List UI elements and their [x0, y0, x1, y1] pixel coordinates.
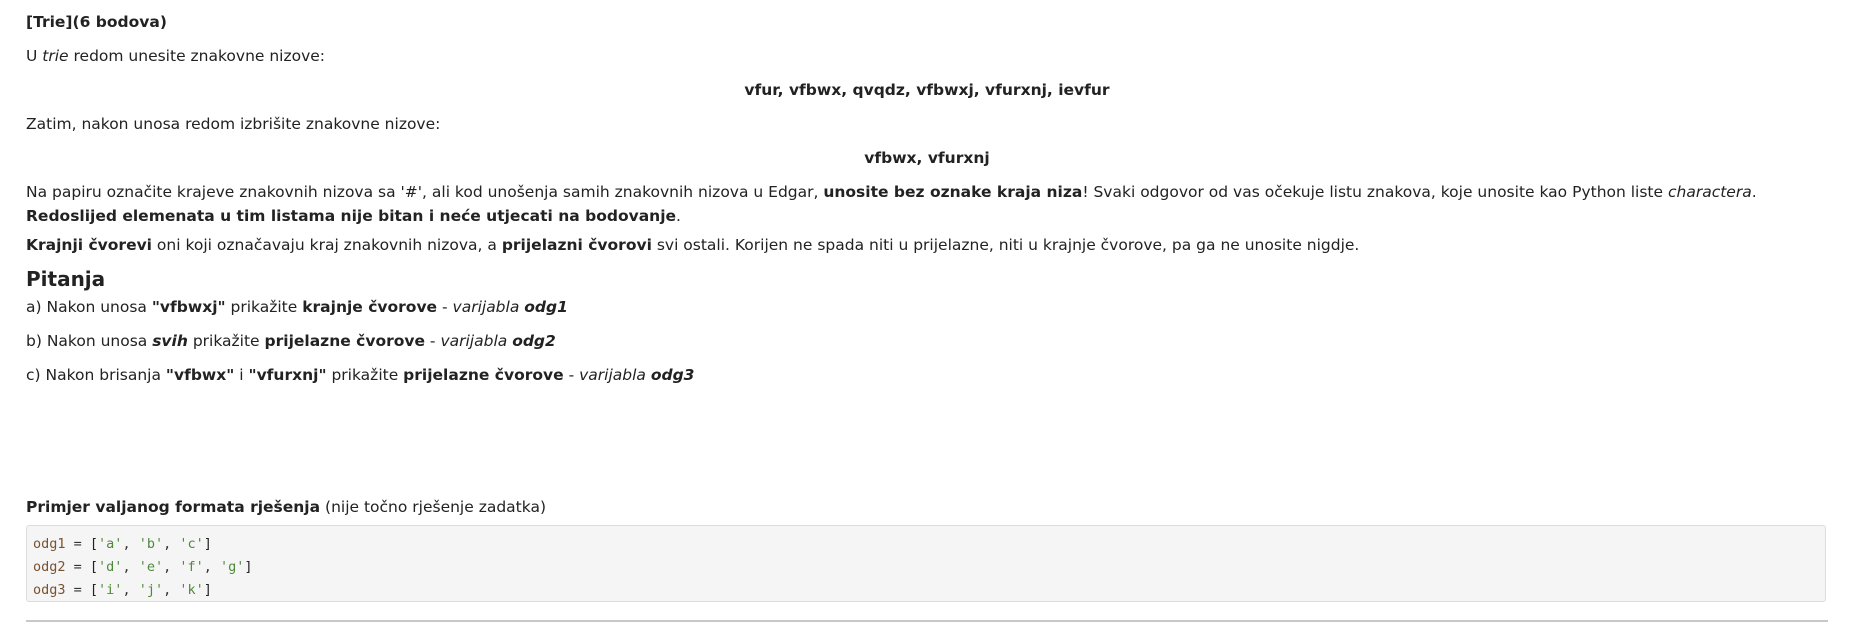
intro-text: redom unesite znakovne nizove: — [68, 47, 326, 65]
question-string: svih — [152, 332, 188, 350]
question-var-name: odg3 — [650, 366, 695, 384]
page: [Trie](6 bodova) U trie redom unesite zn… — [0, 0, 1854, 631]
code-line: odg1 = ['a', 'b', 'c'] — [33, 533, 1819, 556]
code-variable: odg3 — [33, 582, 66, 598]
instructions-text: . — [676, 207, 681, 225]
instructions-term: charactera — [1667, 183, 1752, 201]
instructions-emphasis: unosite bez oznake kraja niza — [823, 183, 1083, 201]
code-operator: = — [65, 582, 90, 598]
code-bracket: ] — [203, 536, 212, 552]
code-separator: , — [122, 536, 139, 552]
instructions-text: . — [1751, 183, 1757, 201]
question-target: krajnje čvorove — [302, 298, 438, 316]
question-string: "vfurxnj" — [248, 366, 327, 384]
question-text: prikažite — [187, 332, 265, 350]
instructions-paragraph: Na papiru označite krajeve znakovnih niz… — [26, 180, 1828, 228]
question-target: prijelazne čvorove — [264, 332, 425, 350]
question-b: b) Nakon unosa svih prikažite prijelazne… — [26, 329, 556, 353]
instructions-text: ! Svaki odgovor od vas očekuje listu zna… — [1082, 183, 1668, 201]
code-string: 'k' — [179, 582, 204, 598]
question-var-name: odg1 — [524, 298, 568, 316]
definition-term: prijelazni čvorovi — [501, 236, 652, 254]
code-line: odg3 = ['i', 'j', 'k'] — [33, 579, 1819, 602]
definition-term: Krajnji čvorevi — [26, 236, 152, 254]
example-label: Primjer valjanog formata rješenja (nije … — [26, 495, 546, 519]
code-variable: odg2 — [33, 559, 66, 575]
code-bracket: [ — [89, 582, 99, 598]
intro-trie-term: trie — [42, 47, 69, 65]
code-separator: , — [122, 582, 139, 598]
example-label-bold: Primjer valjanog formata rješenja — [26, 498, 321, 516]
code-string: 'j' — [138, 582, 164, 598]
question-var-label: varijabla — [440, 332, 513, 350]
code-bracket: ] — [203, 582, 212, 598]
code-separator: , — [122, 559, 139, 575]
instructions-emphasis: Redoslijed elemenata u tim listama nije … — [26, 207, 677, 225]
question-string: "vfbwx" — [165, 366, 235, 384]
question-target: prijelazne čvorove — [403, 366, 564, 384]
instructions-text: Na papiru označite krajeve znakovnih niz… — [26, 183, 824, 201]
code-bracket: ] — [244, 559, 253, 575]
question-var-name: odg2 — [512, 332, 556, 350]
code-string: 'a' — [98, 536, 123, 552]
delete-strings: vfbwx, vfurxnj — [864, 149, 990, 167]
code-separator: , — [203, 559, 221, 575]
question-text: - — [425, 332, 441, 350]
question-string: "vfbwxj" — [151, 298, 226, 316]
code-operator: = — [65, 559, 90, 575]
question-text: prikažite — [225, 298, 303, 316]
code-bracket: [ — [89, 559, 99, 575]
question-text: a) Nakon unosa — [26, 298, 152, 316]
question-text: c) Nakon brisanja — [26, 366, 166, 384]
intro-text: U — [26, 47, 43, 65]
definitions-paragraph: Krajnji čvorevi oni koji označavaju kraj… — [26, 233, 1359, 257]
example-label-note: (nije točno rješenje zadatka) — [320, 498, 547, 516]
question-a: a) Nakon unosa "vfbwxj" prikažite krajnj… — [26, 295, 568, 319]
code-separator: , — [163, 559, 180, 575]
code-separator: , — [163, 536, 180, 552]
definition-text: oni koji označavaju kraj znakovnih nizov… — [152, 236, 502, 254]
question-text: b) Nakon unosa — [26, 332, 153, 350]
question-text: - — [437, 298, 453, 316]
question-text: i — [234, 366, 249, 384]
code-string: 'g' — [220, 559, 245, 575]
intro-line-2: Zatim, nakon unosa redom izbrišite znako… — [26, 115, 441, 133]
definition-text: svi ostali. Korijen ne spada niti u prij… — [651, 236, 1360, 254]
code-string: 'b' — [138, 536, 164, 552]
code-string: 'f' — [179, 559, 204, 575]
bottom-divider — [26, 620, 1828, 622]
questions-heading: Pitanja — [26, 267, 106, 291]
question-c: c) Nakon brisanja "vfbwx" i "vfurxnj" pr… — [26, 363, 694, 387]
question-text: - — [563, 366, 580, 384]
code-string: 'i' — [98, 582, 123, 598]
question-var-label: varijabla — [452, 298, 525, 316]
intro-line-1: U trie redom unesite znakovne nizove: — [26, 44, 325, 68]
code-variable: odg1 — [33, 536, 66, 552]
code-operator: = — [65, 536, 90, 552]
code-string: 'd' — [98, 559, 123, 575]
code-string: 'e' — [138, 559, 164, 575]
task-title-text: [Trie](6 bodova) — [26, 13, 167, 31]
code-string: 'c' — [179, 536, 204, 552]
question-text: prikažite — [326, 366, 404, 384]
insert-strings: vfur, vfbwx, qvqdz, vfbwxj, vfurxnj, iev… — [744, 81, 1110, 99]
question-var-label: varijabla — [579, 366, 651, 384]
code-separator: , — [163, 582, 180, 598]
code-bracket: [ — [89, 536, 99, 552]
task-title: [Trie](6 bodova) — [26, 10, 167, 34]
example-code-block: odg1 = ['a', 'b', 'c'] odg2 = ['d', 'e', … — [26, 525, 1826, 602]
code-line: odg2 = ['d', 'e', 'f', 'g'] — [33, 556, 1819, 579]
